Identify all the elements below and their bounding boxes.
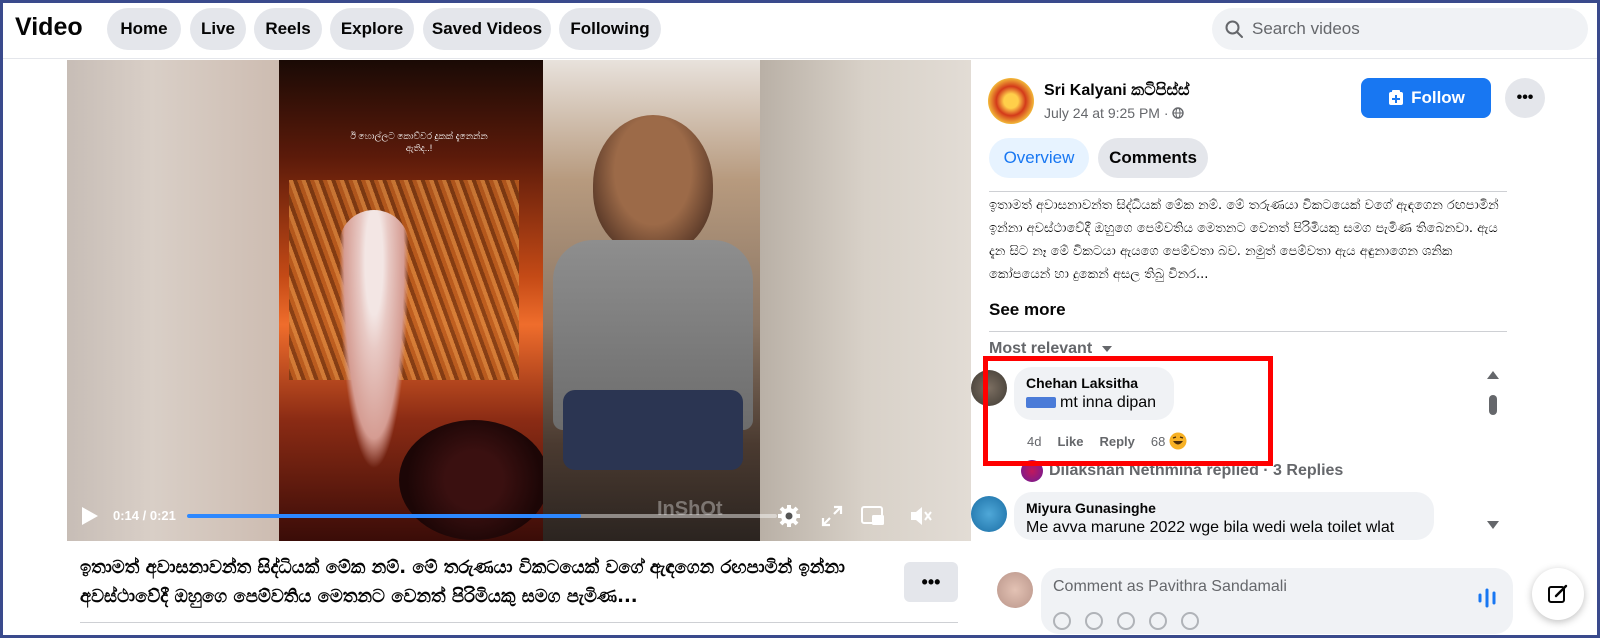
fullscreen-icon[interactable]: [819, 503, 845, 529]
page-avatar[interactable]: [988, 78, 1034, 124]
avatar: [997, 572, 1033, 608]
scroll-thumb[interactable]: [1489, 395, 1497, 415]
voice-clip-icon[interactable]: [1474, 585, 1500, 611]
person-shorts: [563, 390, 743, 470]
caption-more-button[interactable]: •••: [904, 562, 958, 602]
masked-dancer: [339, 210, 409, 470]
details-panel: Sri Kalyani කටිපිස්ස් July 24 at 9:25 PM…: [971, 60, 1597, 635]
gif-icon[interactable]: [1149, 612, 1167, 630]
follow-label: Follow: [1411, 88, 1465, 107]
comment-input[interactable]: [1053, 578, 1453, 596]
video-player[interactable]: ඊ හොල්ලට කොච්චර දුකක් දැනෙන්න ඇතිද..! In…: [67, 60, 971, 541]
divider: [989, 331, 1507, 332]
globe-icon: [1172, 107, 1185, 119]
search-bar[interactable]: [1212, 8, 1588, 50]
video-blur-left: [67, 60, 279, 541]
avatar[interactable]: [971, 496, 1007, 532]
mute-icon[interactable]: [908, 503, 934, 529]
page-title: Video: [15, 13, 83, 41]
more-options-button[interactable]: •••: [1505, 78, 1545, 118]
post-date-text: July 24 at 9:25 PM ·: [1044, 105, 1169, 121]
nav-saved-videos[interactable]: Saved Videos: [423, 8, 551, 50]
scroll-down-icon[interactable]: [1486, 520, 1500, 530]
post-description: ඉතාමත් අවාසනාවන්ත සිද්ධියක් මේක නම්. මේ …: [989, 198, 1499, 282]
nav-explore[interactable]: Explore: [330, 8, 414, 50]
person-head: [593, 115, 713, 255]
sticker-icon[interactable]: [1181, 612, 1199, 630]
follow-button[interactable]: Follow: [1361, 78, 1491, 118]
search-input[interactable]: [1252, 19, 1572, 39]
comment-text: Me avva marune 2022 wge bila wedi wela t…: [1026, 519, 1395, 536]
comment-bubble: Miyura Gunasinghe Me avva marune 2022 wg…: [1014, 492, 1434, 540]
page-name[interactable]: Sri Kalyani කටිපිස්ස්: [1044, 82, 1190, 100]
comments-scrollbar[interactable]: [1486, 370, 1500, 540]
emoji-icon[interactable]: [1085, 612, 1103, 630]
video-controls: 0:14 / 0:21: [67, 493, 971, 541]
video-clip-man: [543, 60, 760, 541]
play-icon[interactable]: [81, 506, 99, 526]
compose-icon: [1548, 584, 1568, 603]
nav-home[interactable]: Home: [107, 8, 181, 50]
see-more-link[interactable]: See more: [989, 300, 1066, 320]
video-progress-fill: [187, 514, 581, 518]
video-time: 0:14 / 0:21: [113, 508, 176, 523]
divider: [989, 191, 1507, 192]
scroll-up-icon[interactable]: [1486, 370, 1500, 380]
settings-gear-icon[interactable]: [776, 503, 802, 529]
sort-label: Most relevant: [989, 340, 1093, 357]
highlight-box: [983, 356, 1273, 466]
nav-following[interactable]: Following: [559, 8, 661, 50]
post-date: July 24 at 9:25 PM ·: [1044, 105, 1185, 121]
video-progress-bar[interactable]: [187, 514, 777, 518]
chevron-down-icon: [1101, 346, 1112, 352]
avatar-sticker-icon[interactable]: [1053, 612, 1071, 630]
search-icon: [1225, 20, 1243, 38]
follow-icon: [1389, 90, 1404, 105]
caption-divider: [80, 622, 958, 623]
new-message-button[interactable]: [1532, 568, 1584, 620]
video-blur-right: [760, 60, 971, 541]
video-caption: ඉතාමත් අවාසනාවන්ත සිද්ධියක් මේක නම්. මේ …: [80, 557, 845, 607]
top-bar: Video Home Live Reels Explore Saved Vide…: [3, 3, 1597, 59]
tab-overview[interactable]: Overview: [989, 138, 1089, 178]
composer-icons: [1053, 612, 1199, 630]
nav-reels[interactable]: Reels: [254, 8, 322, 50]
video-clip-performer: ඊ හොල්ලට කොච්චර දුකක් දැනෙන්න ඇතිද..!: [279, 60, 543, 541]
comment-author[interactable]: Miyura Gunasinghe: [1026, 500, 1422, 516]
tab-comments[interactable]: Comments: [1098, 138, 1208, 178]
comment-composer[interactable]: [1041, 568, 1513, 634]
clip-caption: ඊ හොල්ලට කොච්චර දුකක් දැනෙන්න ඇතිද..!: [350, 131, 488, 153]
nav-live[interactable]: Live: [190, 8, 246, 50]
camera-icon[interactable]: [1117, 612, 1135, 630]
picture-in-picture-icon[interactable]: [860, 503, 886, 529]
